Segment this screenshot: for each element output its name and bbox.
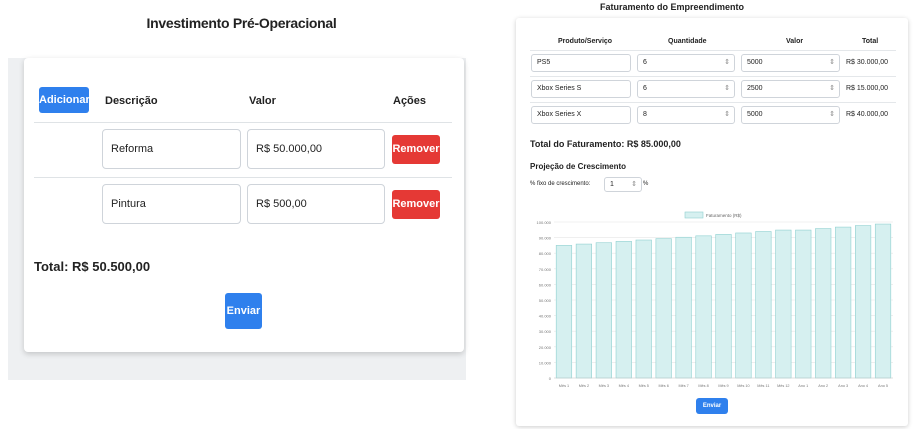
row-divider [530, 102, 896, 103]
remove-button[interactable]: Remover [392, 135, 440, 164]
investment-title: Investimento Pré-Operacional [146, 15, 337, 31]
x-tick-label: Mês 10 [737, 384, 749, 388]
value-field[interactable]: 2500 ⇕ [741, 80, 840, 98]
growth-title: Projeção de Crescimento [530, 162, 627, 171]
row-divider [34, 177, 452, 178]
legend-label: Faturamento (R$) [706, 213, 742, 218]
bar [715, 234, 732, 379]
x-tick-label: Mês 5 [639, 384, 649, 388]
bar [575, 243, 592, 379]
total-header: Total [862, 38, 879, 45]
bar [595, 242, 612, 379]
row-total: R$ 15.000,00 [846, 85, 889, 92]
description-field[interactable]: Reforma [102, 129, 241, 169]
revenue-total: Total do Faturamento: R$ 85.000,00 [530, 139, 681, 149]
product-field[interactable]: PS5 [531, 54, 631, 72]
value-field[interactable]: R$ 50.000,00 [247, 129, 385, 169]
product-field[interactable]: Xbox Series X [531, 106, 631, 124]
growth-unit: % [643, 181, 649, 187]
value-field[interactable]: 5000 ⇕ [741, 54, 840, 72]
revenue-growth-chart: 0 10.000 20.000 30.000 40.000 50.000 60.000 70.… [537, 211, 893, 388]
y-tick-label: 30.000 [539, 329, 552, 334]
bar [815, 228, 832, 379]
quantity-field[interactable]: 6 ⇕ [637, 80, 735, 98]
x-tick-label: Mês 1 [559, 384, 569, 388]
x-tick-label: Mês 8 [698, 384, 708, 388]
y-tick-label: 50.000 [539, 298, 552, 303]
x-tick-label: Mês 6 [659, 384, 669, 388]
y-tick-label: 20.000 [539, 345, 552, 350]
growth-label: % fixo de crescimento: [530, 181, 591, 187]
product-header: Produto/Serviço [558, 38, 613, 45]
x-tick-label: Mês 11 [757, 384, 769, 388]
bar [675, 236, 692, 379]
y-tick-label: 70.000 [539, 267, 552, 272]
value-header: Valor [786, 38, 804, 45]
stepper-icon[interactable]: ⇕ [829, 81, 835, 97]
revenue-title: Faturamento do Empreendimento [600, 2, 745, 12]
remove-button[interactable]: Remover [392, 190, 440, 219]
x-tick-label: Mês 12 [777, 384, 789, 388]
growth-rate-field[interactable]: 1 ⇕ [604, 177, 642, 192]
x-tick-label: Mês 3 [599, 384, 609, 388]
product-field[interactable]: Xbox Series S [531, 80, 631, 98]
y-tick-label: 40.000 [539, 314, 552, 319]
x-tick-label: Ano 5 [878, 384, 888, 388]
y-tick-label: 60.000 [539, 282, 552, 287]
submit-button[interactable]: Enviar [696, 398, 728, 414]
header-divider [34, 122, 452, 123]
description-field[interactable]: Pintura [102, 184, 241, 224]
x-tick-label: Mês 4 [619, 384, 629, 388]
stepper-icon[interactable]: ⇕ [724, 81, 730, 97]
stepper-icon[interactable]: ⇕ [724, 55, 730, 71]
quantity-field[interactable]: 6 ⇕ [637, 54, 735, 72]
quantity-header: Quantidade [668, 38, 707, 45]
investment-total: Total: R$ 50.500,00 [34, 259, 151, 274]
x-tick-label: Ano 3 [838, 384, 848, 388]
y-tick-label: 10.000 [539, 360, 552, 365]
bar [874, 223, 892, 379]
value-header: Valor [249, 95, 276, 107]
bar [795, 229, 812, 379]
bar [555, 245, 573, 379]
stepper-icon[interactable]: ⇕ [631, 178, 637, 191]
bar [835, 226, 852, 379]
quantity-field[interactable]: 8 ⇕ [637, 106, 735, 124]
y-tick-label: 90.000 [539, 236, 552, 241]
actions-header: Ações [393, 95, 427, 107]
bar [735, 232, 752, 379]
description-header: Descrição [105, 95, 158, 107]
x-tick-label: Mês 2 [579, 384, 589, 388]
stepper-icon[interactable]: ⇕ [724, 107, 730, 123]
row-total: R$ 40.000,00 [846, 111, 889, 118]
bar [695, 235, 712, 379]
legend-swatch [684, 211, 704, 219]
x-tick-label: Mês 9 [718, 384, 728, 388]
bar [855, 225, 872, 379]
value-field[interactable]: R$ 500,00 [247, 184, 385, 224]
stepper-icon[interactable]: ⇕ [829, 107, 835, 123]
row-divider [530, 76, 896, 77]
add-button[interactable]: Adicionar [39, 87, 90, 113]
row-total: R$ 30.000,00 [846, 59, 889, 66]
value-field[interactable]: 5000 ⇕ [741, 106, 840, 124]
submit-button[interactable]: Enviar [225, 293, 262, 329]
bar [655, 238, 672, 379]
x-tick-label: Ano 4 [858, 384, 868, 388]
bar [635, 239, 652, 379]
bar [755, 231, 772, 379]
y-tick-label: 0 [549, 376, 552, 381]
y-tick-label: 100.000 [537, 220, 552, 225]
stepper-icon[interactable]: ⇕ [829, 55, 835, 71]
y-tick-label: 80.000 [539, 251, 552, 256]
bar [615, 241, 632, 379]
x-tick-label: Ano 1 [798, 384, 808, 388]
header-divider [530, 50, 896, 51]
x-tick-label: Ano 2 [818, 384, 828, 388]
x-tick-label: Mês 7 [678, 384, 688, 388]
bar [775, 229, 792, 379]
